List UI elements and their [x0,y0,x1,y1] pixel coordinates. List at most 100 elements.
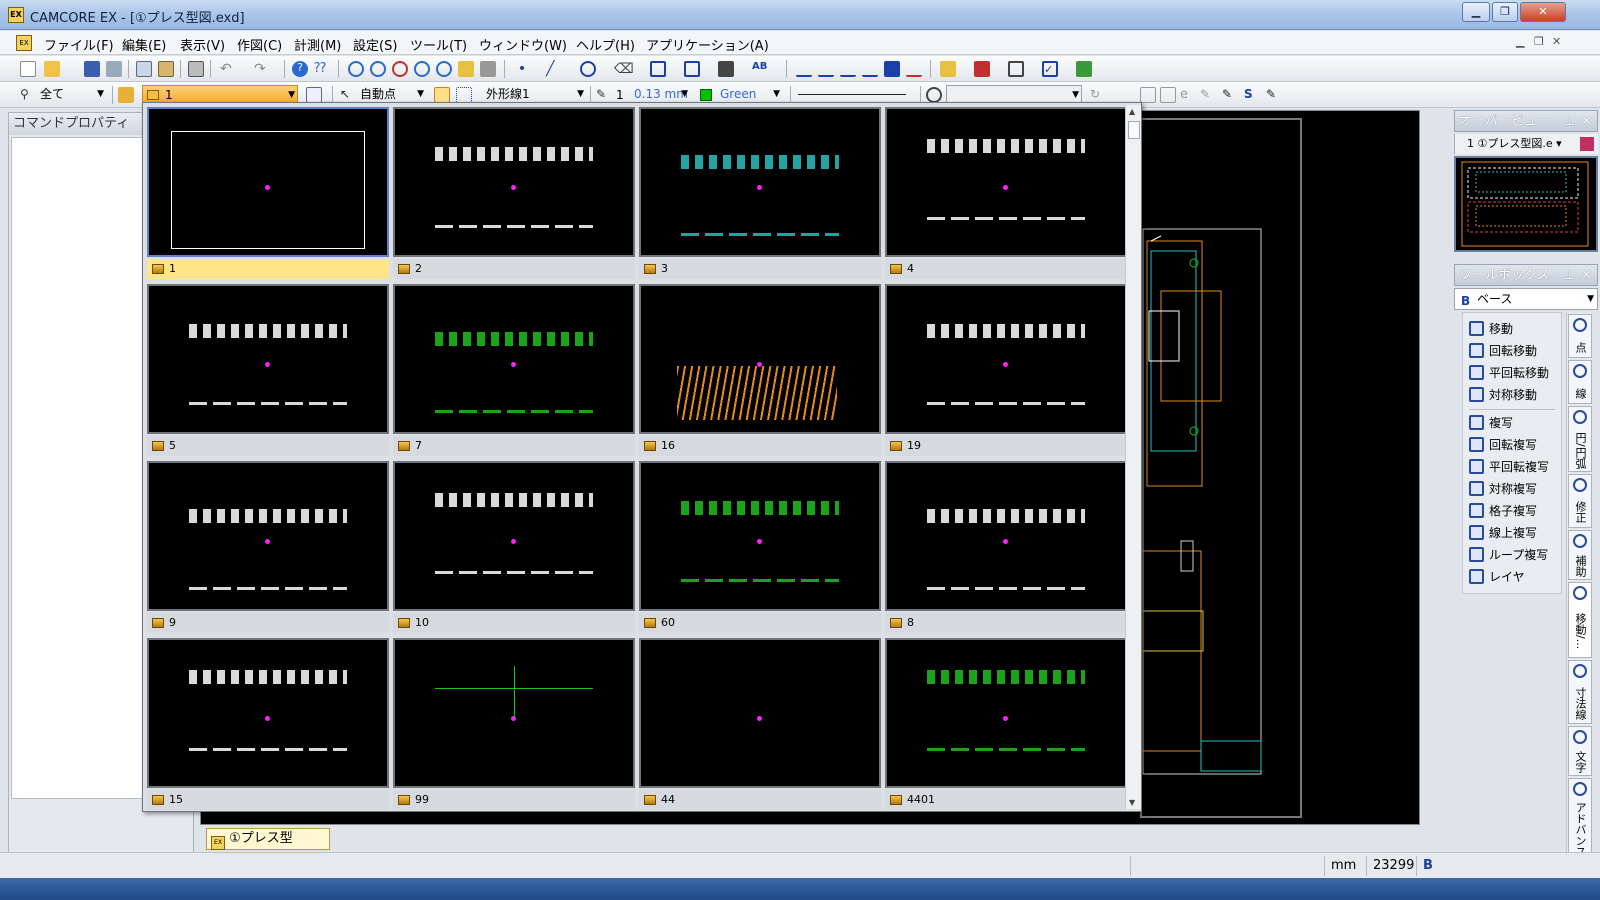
pdf-icon[interactable] [974,61,990,77]
prop-tool-7-icon[interactable]: ✎ [1266,87,1282,103]
overview-pin-icon[interactable]: ⊥ [1564,111,1575,133]
vtab-circle[interactable]: 円/円弧 [1568,406,1592,472]
menu-view[interactable]: 表示(V) [180,35,225,54]
prop-tool-4-icon[interactable]: ✎ [1200,87,1216,103]
layer-thumbnail[interactable]: 7 [391,282,637,458]
menu-tools[interactable]: ツール(T) [410,35,467,54]
cad-tool-4-icon[interactable] [862,61,878,77]
overview-close-icon[interactable]: ✕ [1581,111,1592,133]
tool-grid-copy[interactable]: 格子複写 [1467,501,1537,521]
line-style-preview[interactable] [798,94,906,95]
zoom-icon[interactable] [348,61,364,77]
aux-tool-icon[interactable] [650,61,666,77]
status-mode[interactable]: B [1416,856,1446,876]
menu-window[interactable]: ウィンドウ(W) [479,35,567,54]
tool-line-copy[interactable]: 線上複写 [1467,523,1537,543]
menu-help[interactable]: ヘルプ(H) [576,35,635,54]
vtab-modify[interactable]: 修正 [1568,474,1592,528]
vtab-point[interactable]: 点 [1568,314,1592,358]
popup-scrollbar[interactable]: ▲ ▼ [1125,105,1141,809]
tool-copy[interactable]: 複写 [1467,413,1513,433]
zoom-window-icon[interactable] [370,61,386,77]
layer-thumbnail[interactable]: 9 [145,459,391,635]
layer-thumbnail[interactable]: 15 [145,636,391,812]
close-button[interactable]: ✕ [1520,2,1566,22]
print-icon[interactable] [188,61,204,77]
mdi-close-icon[interactable]: ✕ [1552,35,1561,48]
tool-layer[interactable]: レイヤ [1467,567,1525,587]
layer-thumbnail[interactable]: 4 [883,105,1129,281]
tool-flat-rotate-copy[interactable]: 平回転複写 [1467,457,1549,477]
move-tool-icon[interactable] [684,61,700,77]
cad-tool-5-icon[interactable] [884,61,900,77]
vtab-move[interactable]: 移動/... [1568,582,1592,658]
pan-icon[interactable] [458,61,474,77]
layer-toggle-icon[interactable] [118,87,134,103]
prop-tool-2-icon[interactable] [1160,87,1176,103]
cad-tool-1-icon[interactable] [796,61,812,77]
cad-tool-3-icon[interactable] [840,61,856,77]
prop-tool-3-icon[interactable]: e [1180,87,1196,103]
toolbox-pin-icon[interactable]: ⊥ [1564,265,1575,287]
doc-icon[interactable]: EX [16,35,32,51]
zoom-all-icon[interactable] [392,61,408,77]
tool-rotate-move[interactable]: 回転移動 [1467,341,1537,361]
redraw-icon[interactable] [480,61,496,77]
vtab-advance[interactable]: アドバンス [1568,778,1592,858]
overview-doc-combo[interactable]: 1 ①プレス型図.e ▾ [1454,134,1598,154]
zoom-out-icon[interactable] [436,61,452,77]
check-icon[interactable]: ✓ [1042,61,1058,77]
overview-thumbnail[interactable] [1454,156,1598,252]
scroll-thumb[interactable] [1128,121,1140,139]
menu-edit[interactable]: 編集(E) [122,35,166,54]
toolbox-combo[interactable]: B ベース ▼ [1454,288,1598,310]
filter-combo[interactable]: 全て ▼ [36,85,106,105]
vtab-aux[interactable]: 補助 [1568,530,1592,580]
prop-tool-5-icon[interactable]: ✎ [1222,87,1238,103]
prop-tool-6-icon[interactable]: S [1244,87,1260,103]
refresh-icon[interactable]: ↻ [1090,87,1106,103]
save-all-icon[interactable] [106,61,122,77]
settings-dialog-icon[interactable] [1008,61,1024,77]
menu-file[interactable]: ファイル(F) [44,35,114,54]
cad-tool-2-icon[interactable] [818,61,834,77]
restore-button[interactable]: ❐ [1492,2,1518,22]
vtab-dimension[interactable]: 寸法線 [1568,660,1592,724]
redo-icon[interactable]: ↷ [254,61,270,77]
layer-thumbnail[interactable]: 60 [637,459,883,635]
grid-icon[interactable] [456,87,472,103]
scroll-down-icon[interactable]: ▼ [1129,798,1135,807]
save-icon[interactable] [84,61,100,77]
snap-mode-icon[interactable] [434,87,450,103]
mdi-restore-icon[interactable]: ❐ [1534,35,1544,48]
mdi-minimize-icon[interactable]: ▁ [1516,35,1524,48]
text-tool-icon[interactable]: AB [752,61,768,77]
toolbox-close-icon[interactable]: ✕ [1581,265,1592,287]
layer-thumbnail[interactable]: 1 [145,105,391,281]
menu-measure[interactable]: 計測(M) [294,35,341,54]
help-icon[interactable]: ? [292,61,308,77]
layer-list-icon[interactable] [306,87,322,103]
erase-tool-icon[interactable]: ⌫ [614,61,634,77]
minimize-button[interactable]: ▁ [1462,2,1490,22]
copy-icon[interactable] [136,61,152,77]
document-tab[interactable]: EX ①プレス型図.exd [206,828,330,867]
undo-icon[interactable]: ↶ [220,61,236,77]
layer-manager-icon[interactable] [940,61,956,77]
point-tool-icon[interactable]: • [514,61,530,77]
layer-thumbnail[interactable]: 5 [145,282,391,458]
zoom-in-icon[interactable] [414,61,430,77]
circle-tool-icon[interactable] [580,61,596,77]
layer-thumbnail[interactable]: 44 [637,636,883,812]
scroll-up-icon[interactable]: ▲ [1129,107,1135,116]
layer-thumbnail[interactable]: 8 [883,459,1129,635]
tool-rotate-copy[interactable]: 回転複写 [1467,435,1537,455]
layer-thumbnail[interactable]: 4401 [883,636,1129,812]
dimension-tool-icon[interactable] [718,61,734,77]
vtab-line[interactable]: 線 [1568,360,1592,404]
menu-draw[interactable]: 作図(C) [237,35,282,54]
paste-icon[interactable] [158,61,174,77]
overview-sync-icon[interactable] [1580,137,1594,151]
plugin-icon[interactable] [1076,61,1092,77]
layer-thumbnail[interactable]: 2 [391,105,637,281]
